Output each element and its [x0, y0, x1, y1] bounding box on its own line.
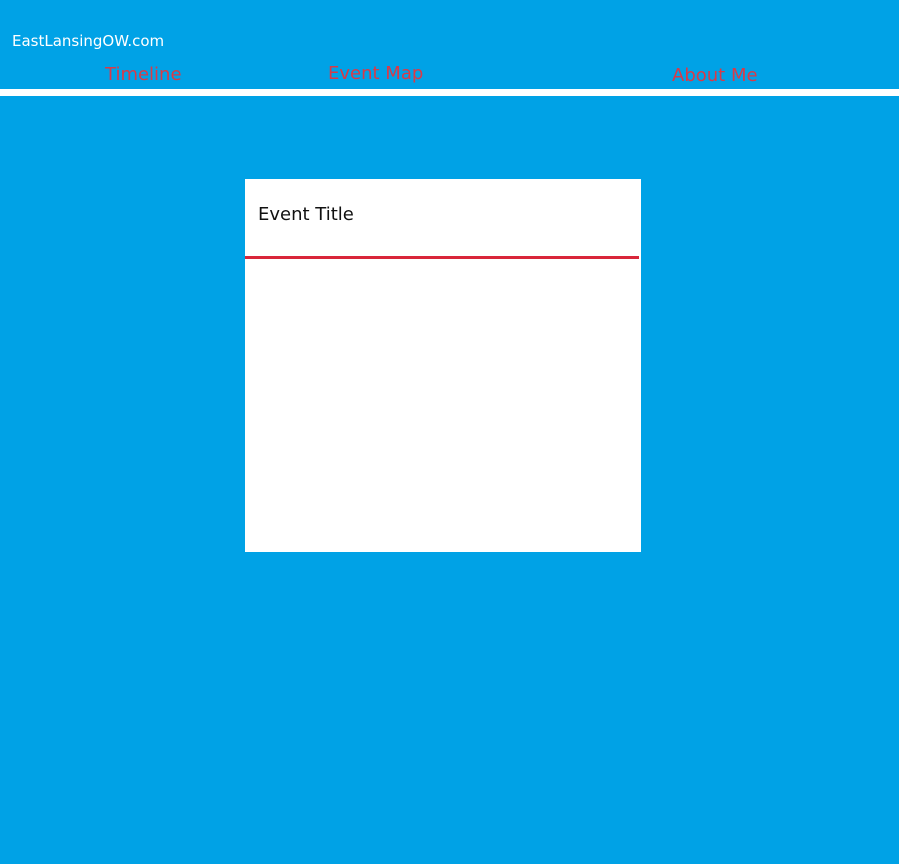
event-title: Event Title — [258, 204, 354, 225]
site-title: EastLansingOW.com — [12, 32, 165, 50]
event-card: Event Title — [245, 179, 641, 552]
nav-link-about-me[interactable]: About Me — [672, 64, 758, 88]
event-body — [245, 259, 641, 552]
nav-link-timeline[interactable]: Timeline — [105, 63, 182, 87]
nav-link-event-map[interactable]: Event Map — [328, 62, 423, 83]
nav-divider — [0, 89, 899, 96]
